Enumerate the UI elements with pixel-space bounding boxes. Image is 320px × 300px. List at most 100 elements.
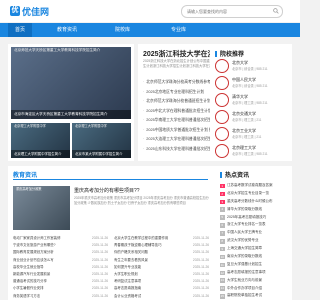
list-item[interactable]: 高校毕业生就业指导 2025-11-26 [13,264,110,271]
hot-list-item-title[interactable]: 重庆高考分数线什么时候公布 [227,199,273,203]
college-item[interactable]: 北京工业大学 北京市 | 理工类 | 211 [215,127,289,143]
list-item-title[interactable]: 大学生职业规划 [114,272,138,276]
hot-list-item-title[interactable]: 2025年高考志愿填报技巧 [227,215,266,219]
list-item[interactable]: 电动厂家家具设计师工作室装修 2025-11-26 [13,235,110,242]
rank-number-badge: 11 [220,262,225,268]
hot-list-item-title[interactable]: 中国人民大学王牌专业 [227,230,262,234]
college-item[interactable]: 北京大学 北京市 | 综合类 | 985 211 [215,59,289,75]
list-item[interactable]: 宁波市文化旅游产业有哪些? 2025-11-26 [13,242,110,249]
list-item-title[interactable]: 商业创业计划书应该怎么写 [13,258,54,262]
hot-list-item-title[interactable]: 高职院校单独招生考试 [227,293,262,297]
hot-list-item-title[interactable]: 清华大学的录取分数线 [227,207,262,211]
hot-list-item[interactable]: 8 武汉大学的优势专业 [220,237,290,245]
nav-item-colleges[interactable]: 院校库 [108,23,137,37]
feature-desc: 2025年重庆市高考加分政策 重庆市高考加分项目 2025年重庆高考加分 重庆市… [74,196,209,205]
list-item[interactable]: 大学生职业规划 2025-11-26 [114,271,211,278]
hot-list-item-title[interactable]: 北京大学招生专业目录一览 [227,191,269,195]
hot-list-item[interactable]: 5 2025年高考志愿填报技巧 [220,214,290,222]
nav-item-majors[interactable]: 专业库 [164,23,193,37]
school-desc: 北京市 | 理工类 | 985 211 [232,101,268,105]
hot-list-item-title[interactable]: 上海交通大学招生简章 [227,246,262,250]
hot-list-item[interactable]: 3 重庆高考分数线什么时候公布 [220,198,290,206]
list-item-title[interactable]: 你的户籍关系相关问题 [114,250,148,254]
search-icon[interactable] [273,8,279,14]
rank-number-badge: 12 [220,270,225,276]
list-item[interactable]: 商务英语学习方法 2025-11-26 [13,293,110,300]
hot-list-item[interactable]: 10 南京大学的录取分数线 [220,253,290,261]
hot-list-item[interactable]: 6 浙江大学专业排名一览表 [220,221,290,229]
hot-list-item[interactable]: 14 中外合作办学项目介绍 [220,285,290,293]
thumb-caption[interactable]: 北京市某大学附属中学招生简介 [72,150,131,158]
nav-item-home[interactable]: 首页 [8,23,33,37]
list-item-title[interactable]: 如何提升专业技能 [114,265,141,269]
hot-list-item-title[interactable]: 大学生就业方向与前景 [227,278,262,282]
list-item-title[interactable]: 新能源汽车行业发展前景 [13,272,50,276]
list-item-title[interactable]: 国际教育发展规划方案分析 [13,250,54,254]
hot-list-item-title[interactable]: 中外合作办学项目介绍 [227,286,262,290]
feature-image[interactable]: 重庆高考加分政策 [13,186,70,230]
site-logo[interactable]: 优 优佳网 [10,4,49,18]
rank-number-badge: 9 [220,246,225,252]
list-item[interactable]: 商业创业计划书应该怎么写 2025-11-26 [13,257,110,264]
college-item[interactable]: 北京交通大学 北京市 | 理工类 | 211 [215,110,289,126]
list-item[interactable]: 考研复试注意事项 2025-11-26 [114,278,211,285]
list-item-title[interactable]: 会计从业资格考试 [114,294,141,298]
hot-list-item-title[interactable]: 江苏高考数学试卷真题及答案 [227,183,273,187]
list-item[interactable]: 国际教育发展规划方案分析 2025-11-26 [13,249,110,256]
hot-list-item[interactable]: 1 江苏高考数学试卷真题及答案 [220,182,290,190]
list-item[interactable]: 北京大学生在教学过程中的重要作用 2025-11-26 [114,235,211,242]
list-item-title[interactable]: 高校毕业生就业指导 [13,265,44,269]
list-row: 普通话考试的技巧分享 2025-11-26 考研复试注意事项 2025-11-26 [13,278,211,285]
slider-thumb[interactable]: 北京理工大学附属中学 北京理工大学附属中学招生简介 [11,123,70,158]
hot-list-item[interactable]: 15 高职院校单独招生考试 [220,292,290,300]
list-item[interactable]: 青春期孩子叛逆期心理辅导技巧 2025-11-26 [114,242,211,249]
hot-list-item[interactable]: 11 复旦大学强基计划招生 [220,261,290,269]
list-item[interactable]: 普通话考试的技巧分享 2025-11-26 [13,278,110,285]
list-item-title[interactable]: 考研复试注意事项 [114,279,141,283]
hot-list-item[interactable]: 9 上海交通大学招生简章 [220,245,290,253]
slide-caption[interactable]: 北京市海淀区大学天桥区第重工大学教育科技学院招生简介 [11,110,131,119]
section-title[interactable]: 教育资讯 [13,170,37,179]
list-item[interactable]: 有生之年要去看的风景 2025-11-26 [114,257,211,264]
list-item-date: 2025-11-26 [192,293,209,298]
school-desc: 北京市 | 理工类 | 211 [232,118,262,122]
school-logo-icon [215,93,229,107]
list-item-title[interactable]: 有生之年要去看的风景 [114,258,148,262]
hot-list-item-title[interactable]: 高考志愿填报的注意事项 [227,270,266,274]
thumb-caption[interactable]: 北京理工大学附属中学招生简介 [11,150,70,158]
slider-thumb[interactable]: 北京理工大学附属中学 北京市某大学附属中学招生简介 [72,123,131,158]
school-logo-icon [215,76,229,90]
hot-list-item-title[interactable]: 南京大学的录取分数线 [227,254,262,258]
list-item[interactable]: 新能源汽车行业发展前景 2025-11-26 [13,271,110,278]
list-item-title[interactable]: 小学生暑假作业安排 [13,286,44,290]
hot-list-item[interactable]: 12 高考志愿填报的注意事项 [220,269,290,277]
nav-item-edu-news[interactable]: 教育资讯 [50,23,84,37]
search-input[interactable] [187,6,267,17]
hot-list-item-title[interactable]: 浙江大学专业排名一览表 [227,222,266,226]
list-item-title[interactable]: 商务英语学习方法 [13,294,40,298]
list-item-title[interactable]: 普通话考试的技巧分享 [13,279,47,283]
hot-list-item[interactable]: 13 大学生就业方向与前景 [220,277,290,285]
college-item[interactable]: 中国人民大学 北京市 | 综合类 | 985 211 [215,76,289,92]
college-item[interactable]: 清华大学 北京市 | 理工类 | 985 211 [215,93,289,109]
list-item[interactable]: 如何提升专业技能 2025-11-26 [114,264,211,271]
hot-list-item-title[interactable]: 复旦大学强基计划招生 [227,262,262,266]
hot-list-item[interactable]: 2 北京大学招生专业目录一览 [220,190,290,198]
college-item[interactable]: 北京理工大学 北京市 | 理工类 | 985 211 [215,144,289,160]
list-item-title[interactable]: 电动厂家家具设计师工作室装修 [13,236,60,240]
list-item[interactable]: 会计从业资格考试 2025-11-26 [114,293,211,300]
list-item-title[interactable]: 青春期孩子叛逆期心理辅导技巧 [114,243,161,247]
slider-main-image[interactable]: 北京师范大学天桥区第重工大学教育科技学院招生简介 北京市海淀区大学天桥区第重工大… [11,47,131,119]
list-item[interactable]: 高考志愿填报指南 2025-11-26 [114,285,211,292]
hot-list-item[interactable]: 7 中国人民大学王牌专业 [220,229,290,237]
hot-list-item-title[interactable]: 武汉大学的优势专业 [227,238,259,242]
list-item-title[interactable]: 高考志愿填报指南 [114,286,141,290]
list-item[interactable]: 你的户籍关系相关问题 2025-11-26 [114,249,211,256]
list-item[interactable]: 小学生暑假作业安排 2025-11-26 [13,285,110,292]
list-row: 高校毕业生就业指导 2025-11-26 如何提升专业技能 2025-11-26 [13,264,211,271]
list-row: 商业创业计划书应该怎么写 2025-11-26 有生之年要去看的风景 2025-11-… [13,257,211,264]
list-item-title[interactable]: 宁波市文化旅游产业有哪些? [13,243,56,247]
hot-list-item[interactable]: 4 清华大学的录取分数线 [220,206,290,214]
list-item-title[interactable]: 北京大学生在教学过程中的重要作用 [114,236,168,240]
feature-title[interactable]: 重庆高考加分的有哪些项目?? [74,187,140,194]
